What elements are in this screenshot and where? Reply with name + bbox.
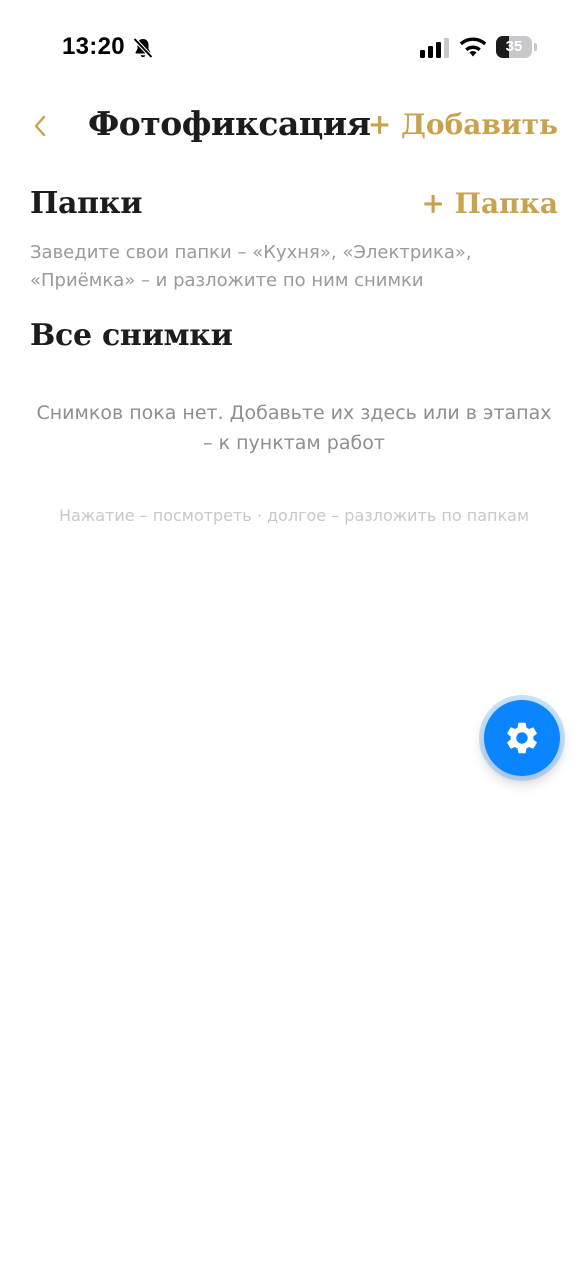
status-bar: 13:20 35 <box>0 0 588 96</box>
wifi-icon <box>459 37 487 57</box>
add-photo-button[interactable]: + Добавить <box>368 108 558 141</box>
folders-title: Папки <box>30 186 143 221</box>
all-photos-title: Все снимки <box>30 318 233 353</box>
signal-icon <box>420 38 449 58</box>
folders-hint: Заведите свои папки – «Кухня», «Электрик… <box>30 242 472 291</box>
page-title: Фотофиксация <box>88 104 371 143</box>
status-time: 13:20 <box>62 33 125 60</box>
chevron-left-icon <box>34 115 46 137</box>
battery-icon: 35 <box>496 36 538 58</box>
add-folder-button[interactable]: + Папка <box>421 187 558 220</box>
battery-level: 35 <box>505 38 523 55</box>
gesture-hint: Нажатие – посмотреть · долгое – разложит… <box>58 506 530 525</box>
battery-cap <box>534 43 537 51</box>
settings-button[interactable] <box>484 700 560 776</box>
battery-body: 35 <box>496 36 532 58</box>
gear-icon <box>507 722 537 754</box>
bell-slash-icon <box>133 37 153 59</box>
back-button[interactable] <box>24 106 56 146</box>
empty-state-text: Снимков пока нет. Добавьте их здесь или … <box>36 402 552 454</box>
